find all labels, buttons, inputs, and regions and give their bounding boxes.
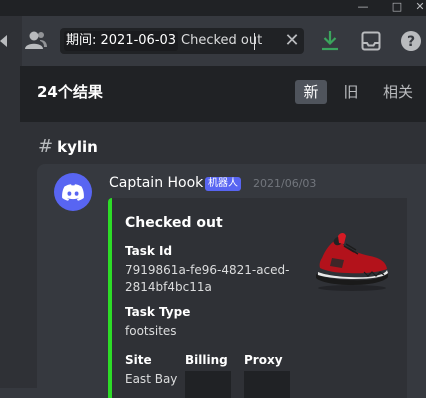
search-results-pane: 24个结果 新 旧 相关 # kylin Captain Hook 机器人 202… <box>20 66 426 398</box>
field-site-label: Site <box>125 353 152 367</box>
message-timestamp: 2021/06/03 <box>253 177 317 190</box>
title-bar: — □ ✕ <box>0 0 426 16</box>
search-result-message[interactable]: Captain Hook 机器人 2021/06/03 Checked out … <box>37 164 426 398</box>
threads-icon[interactable] <box>0 34 10 48</box>
help-icon[interactable]: ? <box>400 30 422 52</box>
search-query-text[interactable]: Checked out <box>181 31 262 51</box>
chat-area-edge <box>0 66 20 388</box>
embed-accent-bar <box>108 198 112 398</box>
message-author[interactable]: Captain Hook <box>109 175 203 191</box>
field-billing-label: Billing <box>185 353 228 367</box>
field-proxy-value-redacted <box>244 371 290 398</box>
toolbar: 期间: 2021-06-03 Checked out ✕ ? <box>0 16 426 66</box>
member-list-icon[interactable] <box>24 30 48 50</box>
field-site-value: East Bay <box>125 372 178 386</box>
results-header: 24个结果 新 旧 相关 <box>20 66 426 122</box>
discord-logo-icon <box>62 184 84 201</box>
download-icon[interactable] <box>320 30 340 52</box>
results-count: 24个结果 <box>37 83 103 101</box>
bot-badge: 机器人 <box>205 177 241 191</box>
field-task-type-value: footsites <box>125 324 177 338</box>
red-sneaker-image[interactable] <box>308 230 392 294</box>
minimize-icon[interactable]: — <box>354 0 372 16</box>
svg-text:?: ? <box>407 34 415 50</box>
inbox-icon[interactable] <box>361 31 381 51</box>
search-date-filter-chip[interactable]: 期间: 2021-06-03 <box>64 31 179 51</box>
field-proxy-label: Proxy <box>244 353 283 367</box>
field-task-type-label: Task Type <box>125 305 191 319</box>
embed-title: Checked out <box>125 215 223 231</box>
result-channel-name[interactable]: # kylin <box>38 136 98 157</box>
sort-tab-newest[interactable]: 新 <box>295 80 327 104</box>
search-bar[interactable]: 期间: 2021-06-03 Checked out ✕ <box>60 28 304 54</box>
close-window-icon[interactable]: ✕ <box>411 0 426 16</box>
field-billing-value-redacted <box>185 371 231 398</box>
message-embed: Checked out Task Id 7919861a-fe96-4821-a… <box>108 198 407 398</box>
field-task-id-value-line2: 2814bf4bc11a <box>125 280 212 294</box>
sort-tab-relevant[interactable]: 相关 <box>378 80 418 104</box>
sort-tab-oldest[interactable]: 旧 <box>336 80 366 104</box>
text-caret <box>254 33 255 50</box>
avatar[interactable] <box>54 173 92 211</box>
channel-hash-icon: # <box>38 136 54 157</box>
field-task-id-label: Task Id <box>125 244 173 258</box>
maximize-icon[interactable]: □ <box>388 0 406 16</box>
clear-search-icon[interactable]: ✕ <box>282 30 302 52</box>
field-task-id-value-line1: 7919861a-fe96-4821-aced- <box>125 263 290 277</box>
channel-name: kylin <box>57 138 98 156</box>
